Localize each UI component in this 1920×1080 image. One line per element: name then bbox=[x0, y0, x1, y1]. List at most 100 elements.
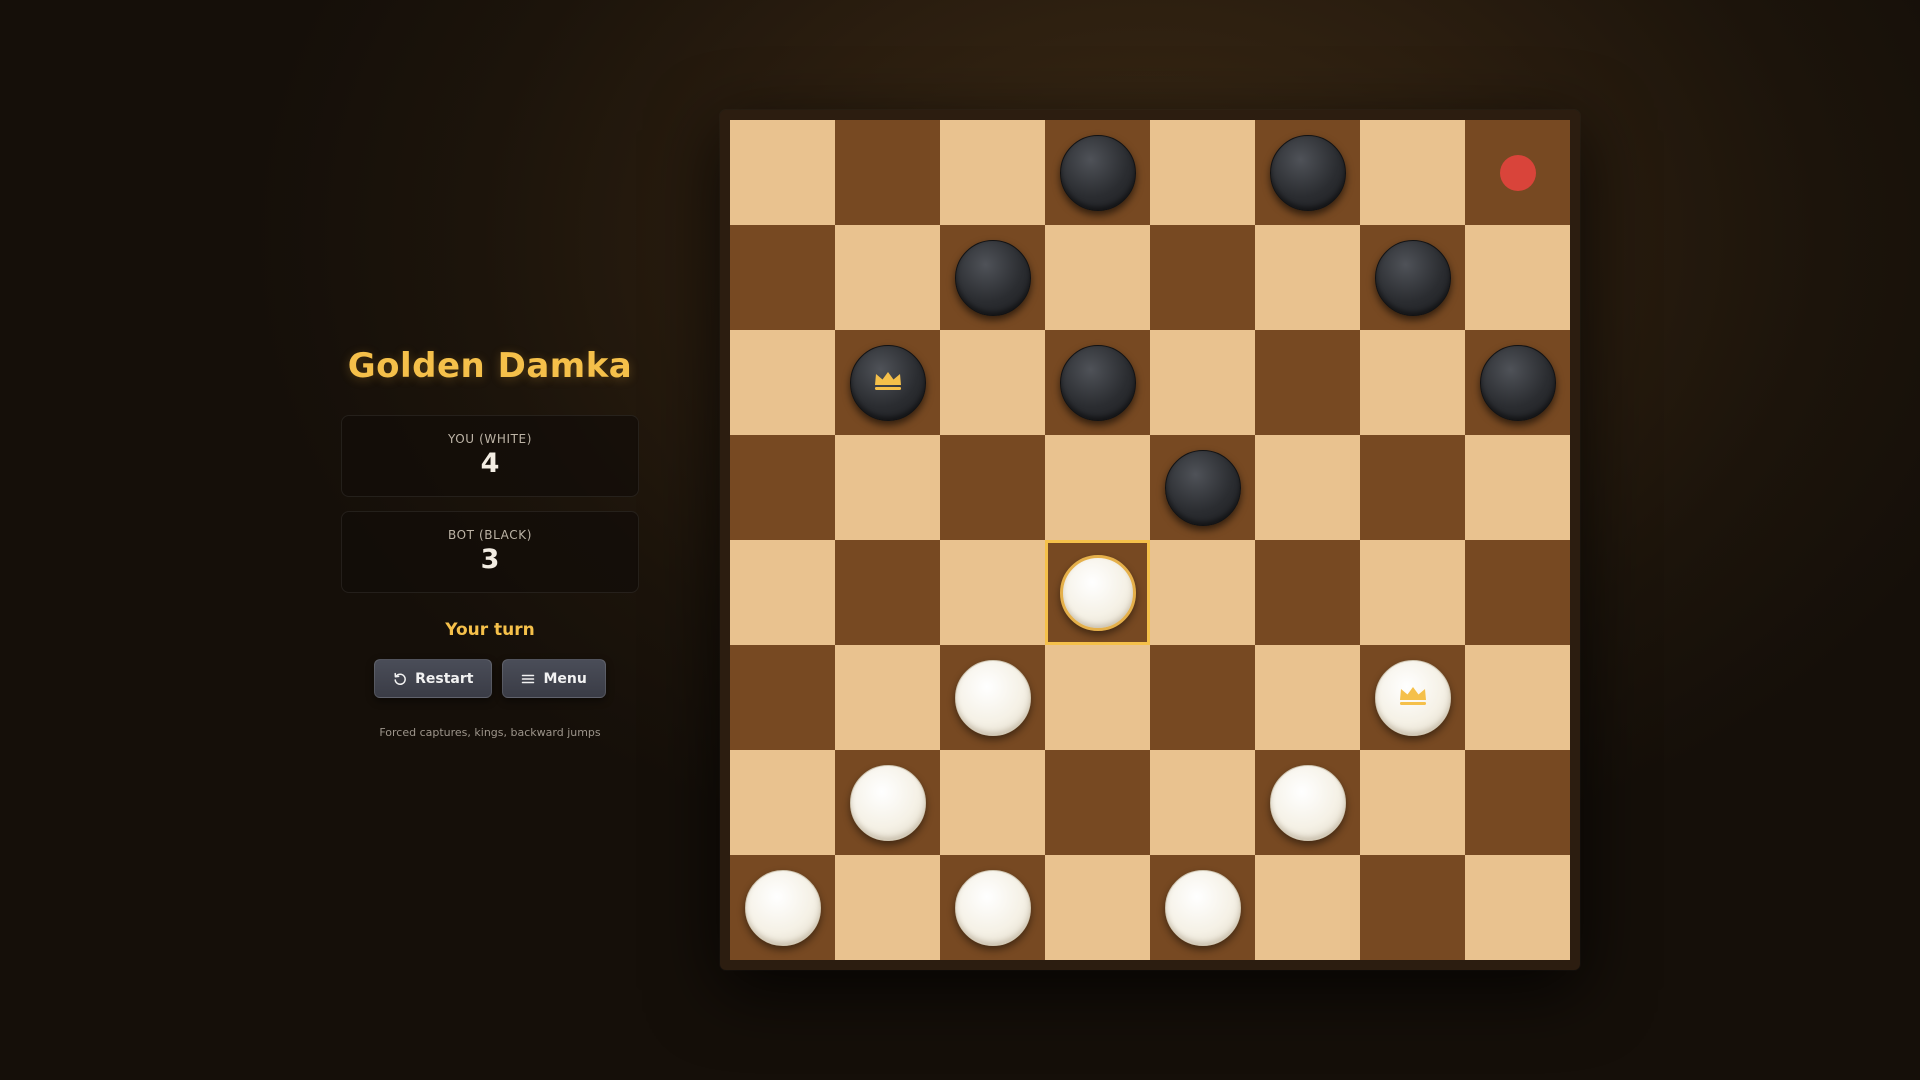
board-square[interactable] bbox=[1465, 120, 1570, 225]
board-square[interactable] bbox=[730, 645, 835, 750]
board-square[interactable] bbox=[835, 645, 940, 750]
black-king[interactable] bbox=[849, 344, 926, 421]
black-piece[interactable] bbox=[1374, 239, 1451, 316]
board-square[interactable] bbox=[730, 750, 835, 855]
player-score-value: 4 bbox=[480, 448, 500, 479]
board-square[interactable] bbox=[1255, 540, 1360, 645]
selected-square[interactable] bbox=[1045, 540, 1150, 645]
white-piece[interactable] bbox=[1059, 554, 1136, 631]
board-square[interactable] bbox=[1150, 855, 1255, 960]
board-square[interactable] bbox=[835, 330, 940, 435]
white-piece[interactable] bbox=[849, 764, 926, 841]
board-square[interactable] bbox=[940, 750, 1045, 855]
board-square[interactable] bbox=[835, 855, 940, 960]
board-square[interactable] bbox=[1150, 540, 1255, 645]
board-square[interactable] bbox=[1045, 435, 1150, 540]
board-square[interactable] bbox=[1255, 750, 1360, 855]
white-piece[interactable] bbox=[954, 659, 1031, 736]
board-square[interactable] bbox=[1255, 225, 1360, 330]
board-square[interactable] bbox=[1465, 540, 1570, 645]
board-square[interactable] bbox=[1045, 855, 1150, 960]
board-square[interactable] bbox=[730, 435, 835, 540]
board-square[interactable] bbox=[835, 225, 940, 330]
black-piece[interactable] bbox=[954, 239, 1031, 316]
crown-icon bbox=[873, 370, 903, 396]
board-square[interactable] bbox=[1360, 435, 1465, 540]
restart-button[interactable]: Restart bbox=[374, 659, 493, 698]
rules-text: Forced captures, kings, backward jumps bbox=[379, 726, 601, 739]
board-square[interactable] bbox=[1360, 225, 1465, 330]
board-square[interactable] bbox=[730, 540, 835, 645]
crown-icon bbox=[1398, 685, 1428, 711]
board-square[interactable] bbox=[1465, 330, 1570, 435]
board-square[interactable] bbox=[835, 120, 940, 225]
board-square[interactable] bbox=[1150, 750, 1255, 855]
board-square[interactable] bbox=[1150, 435, 1255, 540]
white-piece[interactable] bbox=[1269, 764, 1346, 841]
board-square[interactable] bbox=[1360, 645, 1465, 750]
menu-label: Menu bbox=[543, 670, 587, 687]
board-square[interactable] bbox=[1465, 750, 1570, 855]
game-board bbox=[730, 120, 1570, 960]
board-square[interactable] bbox=[1150, 225, 1255, 330]
white-piece[interactable] bbox=[954, 869, 1031, 946]
board-square[interactable] bbox=[940, 435, 1045, 540]
board-square[interactable] bbox=[1465, 855, 1570, 960]
board-square[interactable] bbox=[940, 855, 1045, 960]
board-square[interactable] bbox=[1045, 750, 1150, 855]
white-piece[interactable] bbox=[1164, 869, 1241, 946]
black-piece[interactable] bbox=[1269, 134, 1346, 211]
bot-score-card: BOT (BLACK) 3 bbox=[341, 511, 639, 593]
bot-score-value: 3 bbox=[480, 544, 500, 575]
board-square[interactable] bbox=[1465, 645, 1570, 750]
board-square[interactable] bbox=[835, 750, 940, 855]
white-king[interactable] bbox=[1374, 659, 1451, 736]
board-square[interactable] bbox=[1465, 435, 1570, 540]
board-square[interactable] bbox=[1255, 855, 1360, 960]
board-square[interactable] bbox=[1150, 330, 1255, 435]
board-square[interactable] bbox=[940, 330, 1045, 435]
board-square[interactable] bbox=[1255, 435, 1360, 540]
game-title: Golden Damka bbox=[347, 346, 633, 386]
player-score-label: YOU (WHITE) bbox=[447, 432, 533, 446]
board-square[interactable] bbox=[730, 855, 835, 960]
black-piece[interactable] bbox=[1059, 134, 1136, 211]
board-square[interactable] bbox=[1360, 855, 1465, 960]
board-square[interactable] bbox=[1150, 120, 1255, 225]
board-square[interactable] bbox=[940, 120, 1045, 225]
board-square[interactable] bbox=[835, 540, 940, 645]
board-square[interactable] bbox=[1465, 225, 1570, 330]
button-group: Restart Menu bbox=[374, 659, 606, 698]
restart-label: Restart bbox=[415, 670, 474, 687]
board-square[interactable] bbox=[1255, 120, 1360, 225]
board-square[interactable] bbox=[1360, 330, 1465, 435]
board-square[interactable] bbox=[1360, 120, 1465, 225]
board-square[interactable] bbox=[1045, 645, 1150, 750]
board-square[interactable] bbox=[1255, 330, 1360, 435]
board-square[interactable] bbox=[730, 120, 835, 225]
board-square[interactable] bbox=[1045, 225, 1150, 330]
sidebar: Golden Damka YOU (WHITE) 4 BOT (BLACK) 3… bbox=[340, 340, 640, 739]
black-piece[interactable] bbox=[1164, 449, 1241, 526]
black-piece[interactable] bbox=[1479, 344, 1556, 421]
board-square[interactable] bbox=[940, 645, 1045, 750]
board-square[interactable] bbox=[730, 225, 835, 330]
board-frame bbox=[720, 110, 1580, 970]
board-square[interactable] bbox=[1360, 540, 1465, 645]
board-square[interactable] bbox=[1045, 120, 1150, 225]
menu-button[interactable]: Menu bbox=[502, 659, 606, 698]
player-score-card: YOU (WHITE) 4 bbox=[341, 415, 639, 497]
move-marker[interactable] bbox=[1499, 154, 1536, 191]
white-piece[interactable] bbox=[744, 869, 821, 946]
board-square[interactable] bbox=[1150, 645, 1255, 750]
bot-score-label: BOT (BLACK) bbox=[447, 528, 532, 542]
board-square[interactable] bbox=[1255, 645, 1360, 750]
black-piece[interactable] bbox=[1059, 344, 1136, 421]
board-square[interactable] bbox=[835, 435, 940, 540]
board-square[interactable] bbox=[1045, 330, 1150, 435]
menu-icon bbox=[521, 672, 535, 686]
board-square[interactable] bbox=[940, 225, 1045, 330]
board-square[interactable] bbox=[940, 540, 1045, 645]
board-square[interactable] bbox=[730, 330, 835, 435]
board-square[interactable] bbox=[1360, 750, 1465, 855]
